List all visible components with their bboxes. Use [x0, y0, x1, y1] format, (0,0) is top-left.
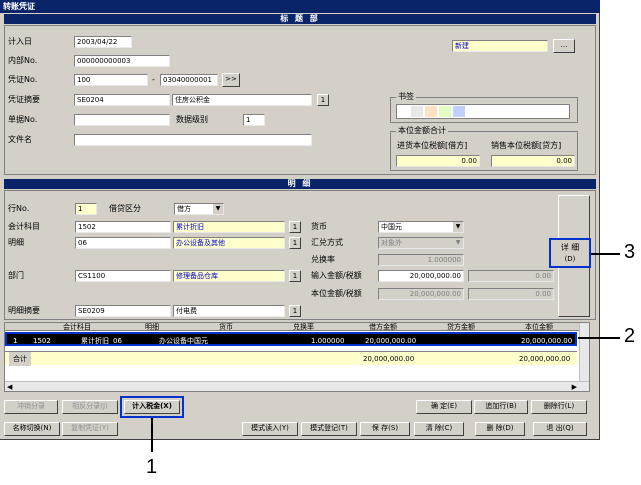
callout-lines	[151, 253, 620, 452]
callout-3: 3	[624, 241, 636, 263]
callout-1: 1	[146, 456, 158, 478]
callout-2: 2	[624, 325, 636, 347]
